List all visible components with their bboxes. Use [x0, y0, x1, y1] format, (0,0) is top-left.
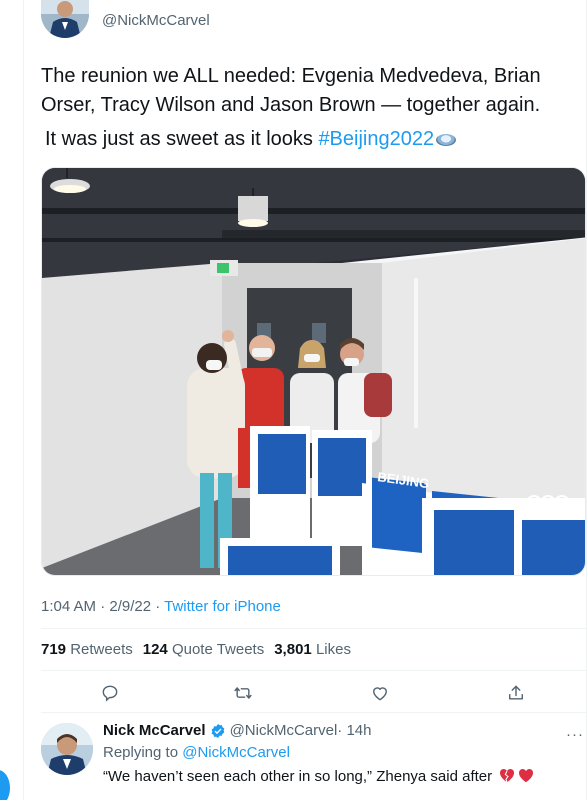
tweet-source[interactable]: Twitter for iPhone	[164, 598, 281, 615]
tweet-meta: 1:04 AM · 2/9/22 · Twitter for iPhone	[41, 598, 281, 615]
red-heart-emoji	[519, 769, 534, 783]
author-handle[interactable]: @NickMcCarvel	[102, 12, 210, 29]
share-icon[interactable]	[504, 681, 528, 705]
reply-header: Nick McCarvel @NickMcCarvel · 14h	[103, 722, 372, 739]
replying-to-prefix: Replying to	[103, 744, 183, 761]
divider	[41, 670, 586, 671]
reply-body: “We haven’t seen each other in so long,”…	[103, 768, 534, 785]
timeline-left-border	[23, 0, 24, 800]
reply-author-name[interactable]: Nick McCarvel	[103, 722, 206, 739]
tweet-text-line1: The reunion we ALL needed: Evgenia Medve…	[41, 65, 541, 116]
retweets-label: Retweets	[70, 641, 133, 658]
tweet-text-line2-prefix: It was just as sweet as it looks	[45, 128, 319, 150]
beijing-2022-plate-emoji	[436, 133, 457, 146]
reply-author-handle[interactable]: @NickMcCarvel	[230, 722, 338, 739]
tweet-body: The reunion we ALL needed: Evgenia Medve…	[41, 62, 581, 154]
likes-stat[interactable]: 3,801 Likes	[274, 641, 351, 658]
quotes-count: 124	[142, 641, 168, 658]
broken-heart-emoji	[500, 769, 515, 783]
likes-label: Likes	[315, 641, 351, 658]
quotes-label: Quote Tweets	[171, 641, 265, 658]
reply-time[interactable]: · 14h	[337, 722, 371, 739]
retweet-icon[interactable]	[231, 681, 255, 705]
replying-to-mention[interactable]: @NickMcCarvel	[182, 744, 290, 761]
replying-to-line: Replying to @NickMcCarvel	[103, 744, 290, 761]
tweet-text-line2: It was just as sweet as it looks #Beijin…	[41, 125, 581, 154]
retweets-stat[interactable]: 719 Retweets	[41, 641, 133, 658]
more-options-icon[interactable]: ···	[566, 726, 584, 743]
verified-badge-icon	[211, 723, 224, 738]
tweet-stats: 719 Retweets 124 Quote Tweets 3,801 Likes	[41, 641, 351, 658]
likes-count: 3,801	[274, 641, 312, 658]
author-avatar[interactable]	[41, 0, 89, 38]
reply-author-avatar[interactable]	[41, 723, 93, 775]
hashtag-link[interactable]: #Beijing2022	[318, 128, 434, 150]
retweets-count: 719	[41, 641, 67, 658]
tweet-action-bar	[41, 672, 586, 710]
tweet-photo[interactable]: BEIJING	[41, 167, 586, 576]
quotes-stat[interactable]: 124 Quote Tweets	[143, 641, 264, 658]
like-icon[interactable]	[368, 681, 392, 705]
reply-icon[interactable]	[98, 681, 122, 705]
divider	[41, 712, 586, 713]
divider	[41, 628, 586, 629]
reply-text: “We haven’t seen each other in so long,”…	[103, 768, 497, 785]
compose-fab-button[interactable]	[0, 770, 10, 800]
tweet-timestamp[interactable]: 1:04 AM · 2/9/22 ·	[41, 598, 164, 615]
